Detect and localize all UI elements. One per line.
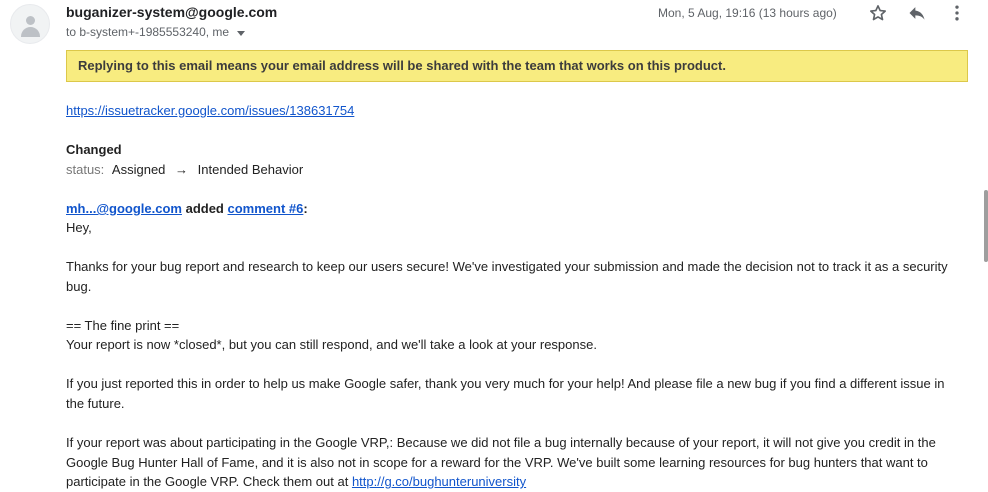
sender-email[interactable]: buganizer-system@google.com xyxy=(66,4,277,21)
reply-button[interactable] xyxy=(906,2,928,24)
comment-link[interactable]: comment #6 xyxy=(228,201,304,216)
changed-heading: Changed xyxy=(66,142,122,157)
message-date: Mon, 5 Aug, 19:16 (13 hours ago) xyxy=(658,6,837,20)
status-to: Intended Behavior xyxy=(197,162,304,177)
colon-text: : xyxy=(303,201,308,216)
reply-icon xyxy=(909,7,925,20)
status-change-line: status: Assigned → Intended Behavior xyxy=(66,160,966,180)
star-outline-icon xyxy=(870,5,886,21)
privacy-warning-banner: Replying to this email means your email … xyxy=(66,50,968,82)
recipients-line[interactable]: to b-system+-1985553240, me xyxy=(66,25,246,40)
issue-link-line: https://issuetracker.google.com/issues/1… xyxy=(66,101,966,121)
more-vert-icon xyxy=(955,5,959,21)
fine-print-heading: == The fine print == xyxy=(66,318,180,333)
paragraph-2: Your report is now *closed*, but you can… xyxy=(66,337,597,352)
comment-added-line: mh...@google.com added comment #6: xyxy=(66,199,966,219)
status-label: status: xyxy=(66,162,105,177)
chevron-down-icon[interactable] xyxy=(237,30,246,36)
paragraph-1: Thanks for your bug report and research … xyxy=(66,259,948,294)
avatar-head xyxy=(26,16,35,25)
greeting: Hey, xyxy=(66,220,92,235)
paragraph-4: If your report was about participating i… xyxy=(66,433,966,492)
recipients-text: to b-system+-1985553240, me xyxy=(66,25,230,39)
bughunter-university-link[interactable]: http://g.co/bughunteruniversity xyxy=(352,474,526,489)
sender-avatar[interactable] xyxy=(10,4,50,44)
commenter-link[interactable]: mh...@google.com xyxy=(66,201,182,216)
issue-link[interactable]: https://issuetracker.google.com/issues/1… xyxy=(66,103,354,118)
scrollbar-thumb[interactable] xyxy=(984,190,988,262)
paragraph-3: If you just reported this in order to he… xyxy=(66,376,945,411)
added-text: added xyxy=(185,201,224,216)
status-arrow: → xyxy=(175,162,189,177)
more-options-button[interactable] xyxy=(946,2,968,24)
status-from: Assigned xyxy=(111,162,166,177)
avatar-body xyxy=(21,27,40,37)
star-button[interactable] xyxy=(867,2,889,24)
